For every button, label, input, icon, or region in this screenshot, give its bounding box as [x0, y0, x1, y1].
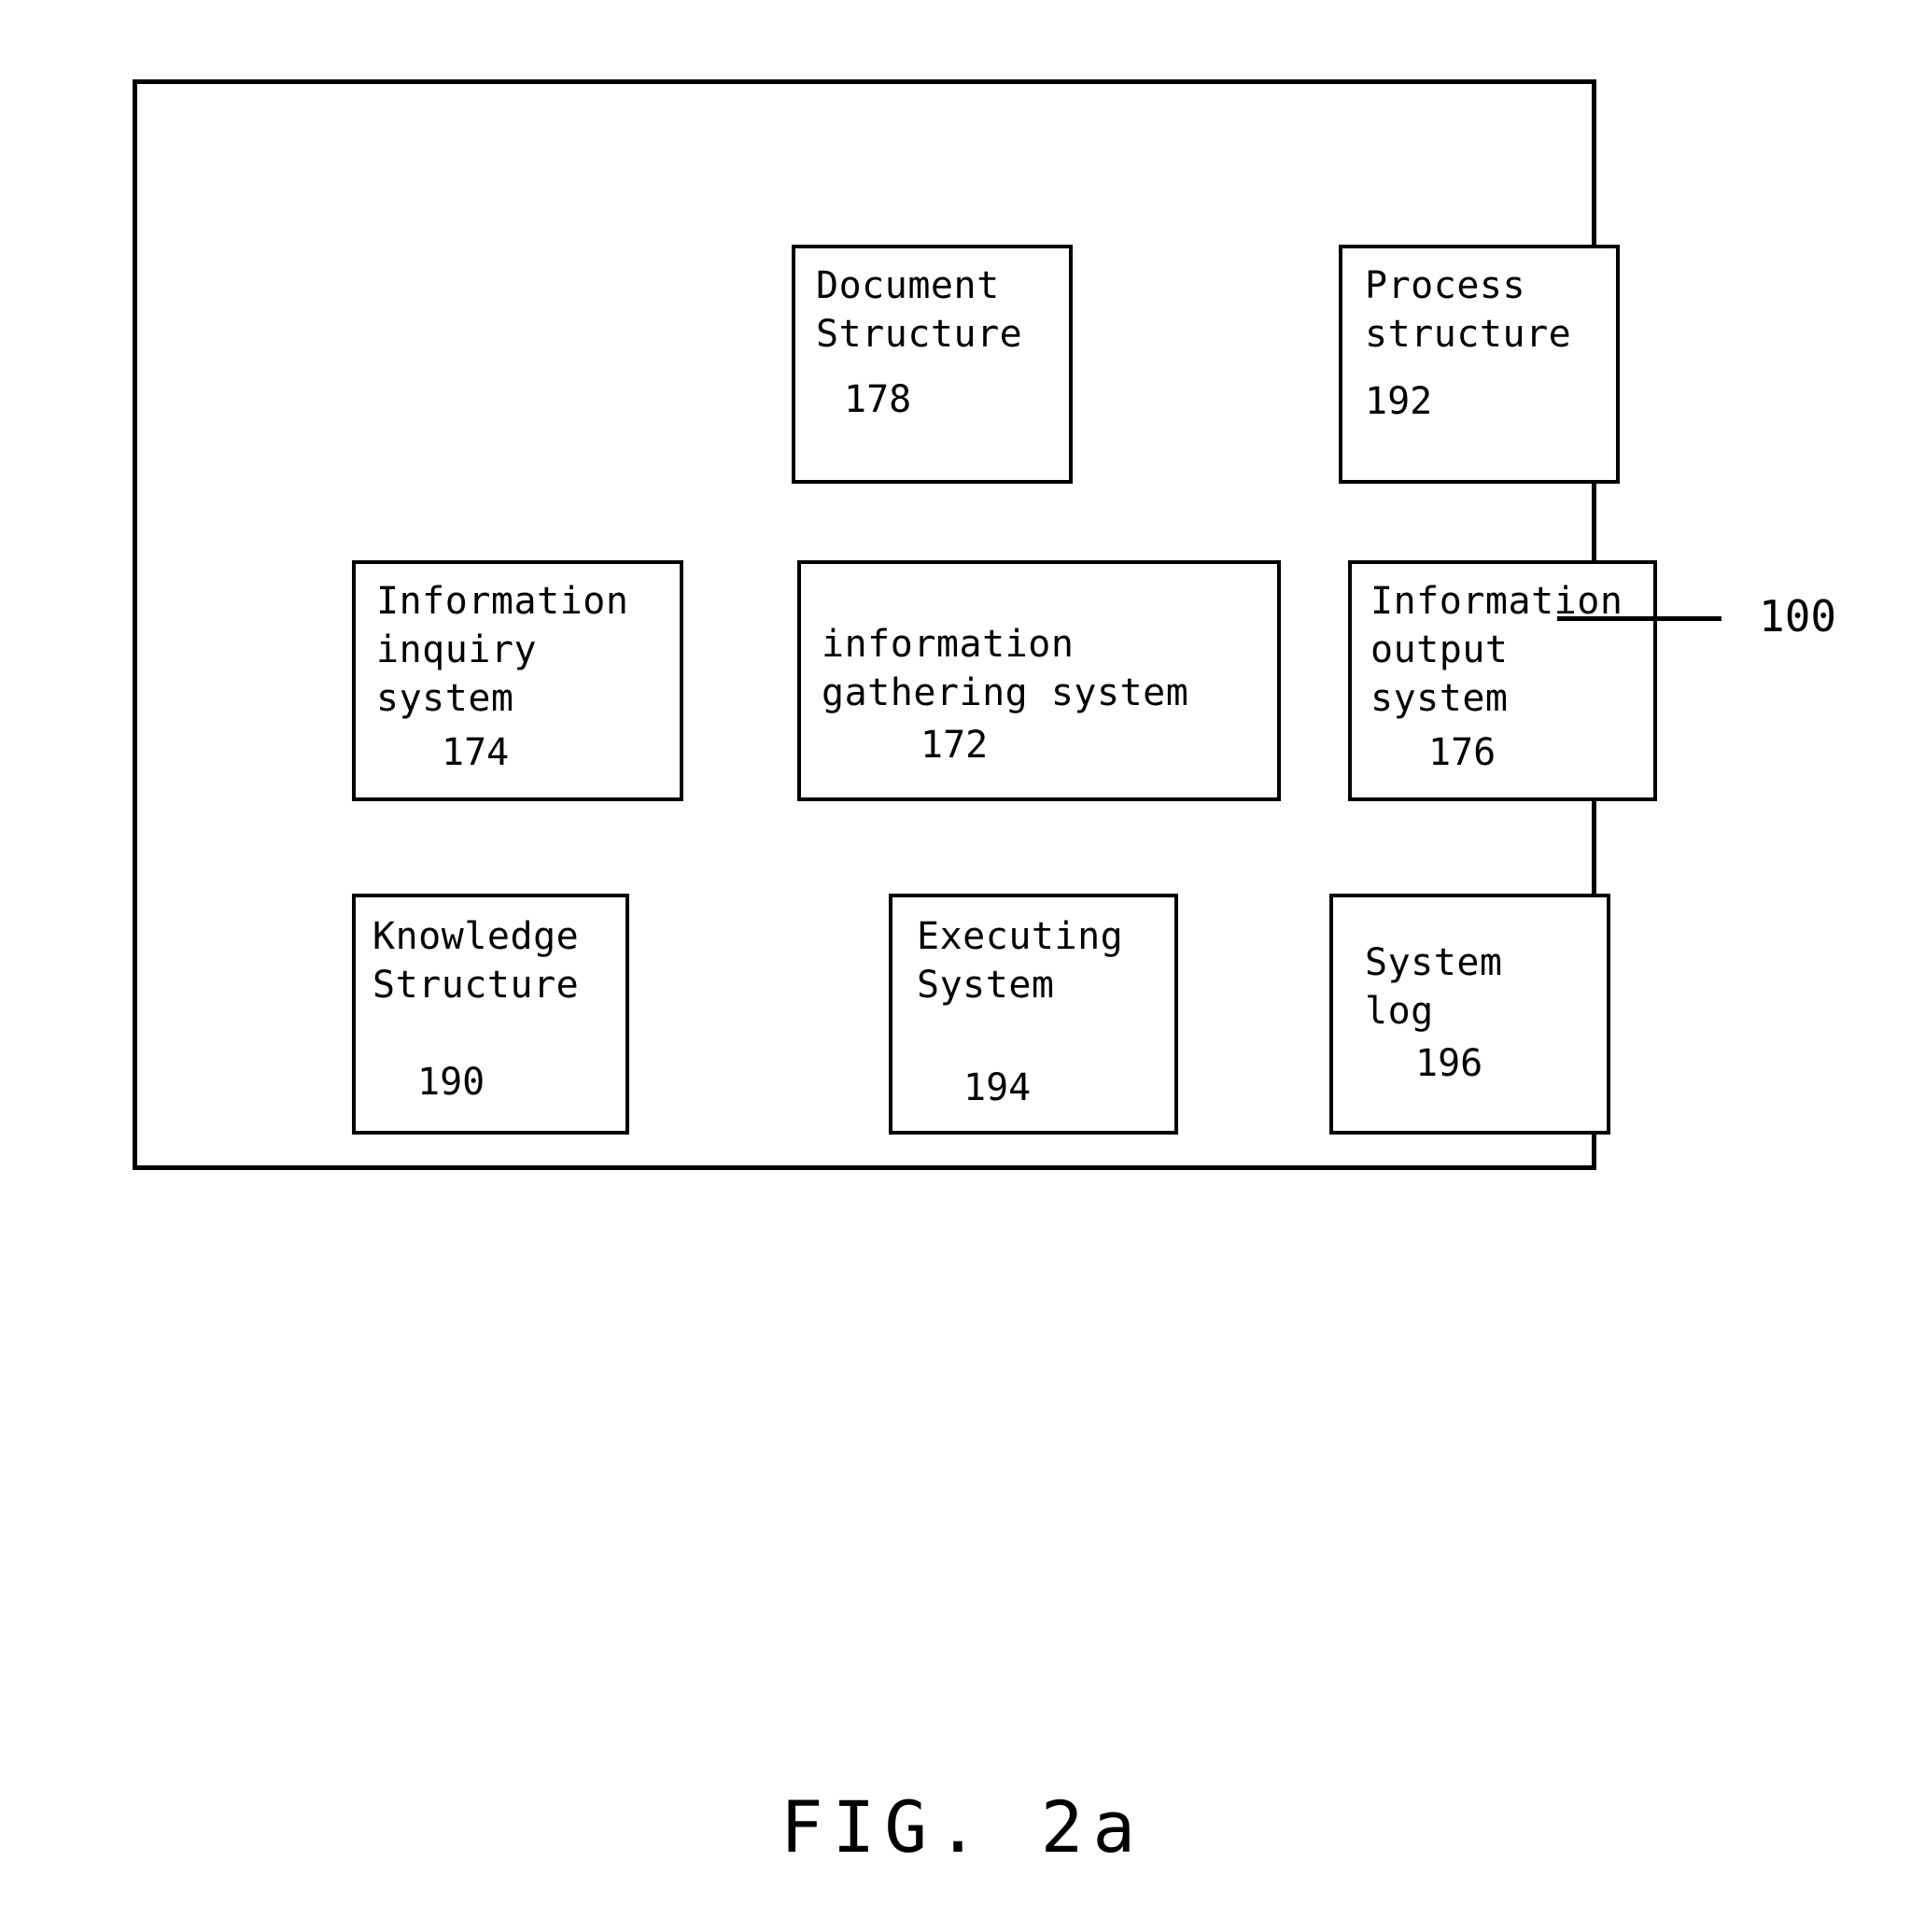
block-reference-numeral: 178	[844, 378, 912, 421]
block-label-line-2: System	[917, 964, 1055, 1007]
block-label-line-1: Process	[1365, 264, 1526, 307]
block-label-line-1: information	[822, 623, 1075, 666]
block-label: Knowledge Structure	[356, 897, 625, 1009]
block-reference-numeral: 196	[1415, 1042, 1483, 1085]
block-label: Information output system	[1352, 564, 1653, 723]
block-label: information gathering system	[801, 564, 1277, 717]
block-label-line-3: system	[1370, 677, 1509, 720]
block-label-line-3: system	[376, 677, 514, 720]
block-reference-numeral: 194	[963, 1066, 1032, 1109]
block-label-line-1: System	[1365, 941, 1503, 984]
reference-lead-line	[1557, 616, 1721, 621]
block-content: Knowledge Structure 190	[356, 897, 625, 1131]
block-label-line-2: structure	[1365, 313, 1572, 356]
block-label-line-1: Information	[376, 580, 629, 623]
block-information-output-system: Information output system 176	[1348, 560, 1657, 801]
block-document-structure: Document Structure 178	[792, 245, 1073, 484]
patent-figure-page: Document Structure 178 Process structure…	[0, 0, 1925, 1932]
block-content: Document Structure 178	[795, 248, 1069, 480]
block-label-line-1: Executing	[917, 915, 1124, 958]
block-content: information gathering system 172	[801, 564, 1277, 797]
block-label: Executing System	[892, 897, 1174, 1009]
block-content: Information inquiry system 174	[356, 564, 680, 797]
block-content: System log 196	[1333, 897, 1607, 1131]
block-label-line-1: Document	[816, 264, 1000, 307]
block-reference-numeral: 176	[1428, 731, 1496, 774]
system-boundary-frame: Document Structure 178 Process structure…	[133, 79, 1657, 1170]
block-knowledge-structure: Knowledge Structure 190	[352, 894, 629, 1135]
figure-caption: FIG. 2a	[780, 1785, 1145, 1869]
block-label-line-2: Structure	[372, 964, 580, 1007]
block-label-line-2: inquiry	[376, 628, 538, 671]
block-information-inquiry-system: Information inquiry system 174	[352, 560, 683, 801]
block-label-line-2: output	[1370, 628, 1509, 671]
block-information-gathering-system: information gathering system 172	[797, 560, 1281, 801]
block-content: Information output system 176	[1352, 564, 1653, 797]
block-reference-numeral: 192	[1365, 380, 1433, 423]
block-system-log: System log 196	[1329, 894, 1610, 1135]
block-label: Document Structure	[795, 248, 1069, 359]
block-label: System log	[1333, 897, 1607, 1036]
block-label-line-2: log	[1365, 990, 1434, 1033]
block-label: Process structure	[1342, 248, 1616, 359]
block-reference-numeral: 172	[920, 724, 989, 767]
block-content: Process structure 192	[1342, 248, 1616, 480]
block-label-line-2: gathering system	[822, 671, 1189, 714]
block-label-line-1: Knowledge	[372, 915, 580, 958]
block-label: Information inquiry system	[356, 564, 680, 723]
block-content: Executing System 194	[892, 897, 1174, 1131]
system-reference-numeral: 100	[1759, 591, 1837, 642]
block-process-structure: Process structure 192	[1339, 245, 1620, 484]
block-reference-numeral: 174	[442, 731, 510, 774]
block-executing-system: Executing System 194	[889, 894, 1178, 1135]
block-reference-numeral: 190	[417, 1061, 485, 1104]
block-label-line-2: Structure	[816, 313, 1023, 356]
